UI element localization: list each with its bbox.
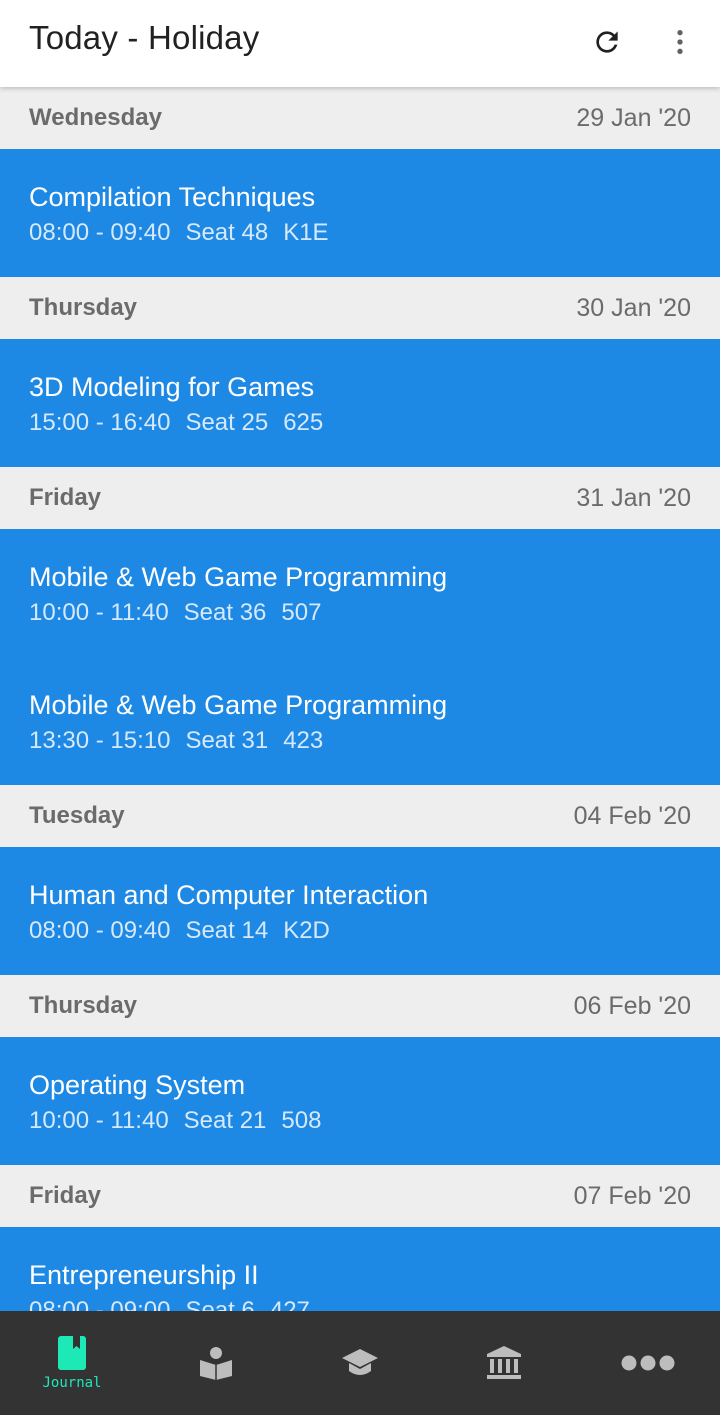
course-item[interactable]: 3D Modeling for Games 15:00 - 16:40 Seat 2…	[0, 369, 720, 437]
course-info: 08:00 - 09:00 Seat 6 427	[29, 1293, 691, 1311]
course-info: 08:00 - 09:40 Seat 14 K2D	[29, 913, 691, 949]
app-bar: Today - Holiday	[0, 0, 720, 87]
nav-label-journal: Journal	[42, 1375, 102, 1391]
more-vertical-icon	[677, 30, 683, 54]
course-info: 15:00 - 16:40 Seat 25 625	[29, 405, 691, 441]
course-time: 08:00 - 09:40	[29, 917, 171, 944]
course-item[interactable]: Operating System 10:00 - 11:40 Seat 21 508	[0, 1067, 720, 1135]
course-time: 08:00 - 09:00	[29, 1297, 171, 1311]
day-date: 04 Feb '20	[573, 801, 691, 830]
course-time: 13:30 - 15:10	[29, 727, 171, 754]
day-header: Friday 31 Jan '20	[0, 467, 720, 529]
day-name: Tuesday	[29, 802, 125, 829]
schedule-list[interactable]: Wednesday 29 Jan '20 Compilation Technique…	[0, 87, 720, 1311]
course-title: Entrepreneurship II	[29, 1260, 259, 1290]
course-info: 13:30 - 15:10 Seat 31 423	[29, 723, 691, 759]
course-item[interactable]: Compilation Techniques 08:00 - 09:40 Seat …	[0, 179, 720, 247]
course-room: 427	[269, 1297, 310, 1311]
course-group: Mobile & Web Game Programming 10:00 - 11:…	[0, 529, 720, 785]
bank-building-icon	[487, 1346, 521, 1379]
course-seat: Seat 31	[185, 727, 269, 754]
course-room: K1E	[283, 219, 329, 246]
bottom-navigation: Journal	[0, 1311, 720, 1415]
nav-item-more[interactable]	[576, 1311, 720, 1415]
course-item[interactable]: Entrepreneurship II 08:00 - 09:00 Seat 6 42…	[0, 1257, 720, 1311]
course-time: 10:00 - 11:40	[29, 599, 169, 626]
reading-book-icon	[200, 1347, 232, 1380]
day-date: 29 Jan '20	[576, 103, 691, 132]
course-time: 15:00 - 16:40	[29, 409, 171, 436]
day-name: Wednesday	[29, 104, 162, 131]
course-title: Mobile & Web Game Programming	[29, 562, 448, 592]
day-name: Friday	[29, 484, 102, 511]
day-name: Friday	[29, 1182, 102, 1209]
course-seat: Seat 36	[183, 599, 267, 626]
refresh-button[interactable]	[579, 14, 635, 70]
nav-item-journal[interactable]: Journal	[0, 1311, 144, 1415]
course-group: 3D Modeling for Games 15:00 - 16:40 Seat 2…	[0, 339, 720, 467]
nav-item-courses[interactable]	[288, 1311, 432, 1415]
day-header: Thursday 30 Jan '20	[0, 277, 720, 339]
overflow-menu-button[interactable]	[652, 14, 708, 70]
day-header: Thursday 06 Feb '20	[0, 975, 720, 1037]
course-seat: Seat 6	[185, 1297, 255, 1311]
course-title: 3D Modeling for Games	[29, 372, 315, 402]
course-title: Compilation Techniques	[29, 182, 316, 212]
course-group: Human and Computer Interaction 08:00 - 09…	[0, 847, 720, 975]
course-title: Mobile & Web Game Programming	[29, 690, 448, 720]
day-date: 07 Feb '20	[573, 1181, 691, 1210]
course-info: 10:00 - 11:40 Seat 36 507	[29, 595, 691, 631]
course-item[interactable]: Human and Computer Interaction 08:00 - 09…	[0, 877, 720, 945]
course-seat: Seat 48	[185, 219, 269, 246]
course-room: 507	[281, 599, 322, 626]
course-group: Compilation Techniques 08:00 - 09:40 Seat …	[0, 149, 720, 277]
course-room: 508	[281, 1107, 322, 1134]
nav-item-reading[interactable]	[144, 1311, 288, 1415]
refresh-icon	[596, 31, 618, 53]
course-time: 08:00 - 09:40	[29, 219, 171, 246]
course-item[interactable]: Mobile & Web Game Programming 10:00 - 11:…	[0, 559, 720, 627]
journal-icon	[58, 1336, 86, 1370]
day-header: Friday 07 Feb '20	[0, 1165, 720, 1227]
more-horizontal-icon	[621, 1355, 675, 1371]
course-title: Operating System	[29, 1070, 246, 1100]
graduation-cap-icon	[342, 1349, 378, 1375]
nav-item-institution[interactable]	[432, 1311, 576, 1415]
day-name: Thursday	[29, 992, 138, 1019]
course-room: 625	[283, 409, 324, 436]
page-title: Today - Holiday	[29, 19, 260, 56]
day-header: Tuesday 04 Feb '20	[0, 785, 720, 847]
day-date: 06 Feb '20	[573, 991, 691, 1020]
course-room: K2D	[283, 917, 330, 944]
course-room: 423	[283, 727, 324, 754]
app-screen: Today - Holiday Wednesday 29 Jan '20 Compi…	[0, 0, 720, 1415]
day-name: Thursday	[29, 294, 138, 321]
course-time: 10:00 - 11:40	[29, 1107, 169, 1134]
course-group: Operating System 10:00 - 11:40 Seat 21 508	[0, 1037, 720, 1165]
day-date: 30 Jan '20	[576, 293, 691, 322]
course-seat: Seat 14	[185, 917, 269, 944]
course-info: 08:00 - 09:40 Seat 48 K1E	[29, 215, 691, 251]
course-info: 10:00 - 11:40 Seat 21 508	[29, 1103, 691, 1139]
course-seat: Seat 25	[185, 409, 269, 436]
day-date: 31 Jan '20	[576, 483, 691, 512]
course-seat: Seat 21	[183, 1107, 267, 1134]
course-group: Entrepreneurship II 08:00 - 09:00 Seat 6 42…	[0, 1227, 720, 1311]
course-title: Human and Computer Interaction	[29, 880, 429, 910]
day-header: Wednesday 29 Jan '20	[0, 87, 720, 149]
course-item[interactable]: Mobile & Web Game Programming 13:30 - 15:…	[0, 687, 720, 755]
